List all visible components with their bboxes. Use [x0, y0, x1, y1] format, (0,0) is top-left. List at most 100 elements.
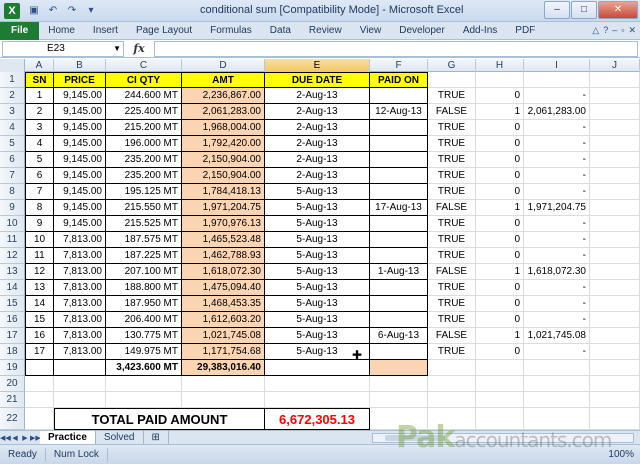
cell-sn[interactable]: 17 [25, 344, 54, 360]
cell[interactable] [54, 376, 106, 392]
cell[interactable] [428, 376, 476, 392]
cell-paid-on[interactable] [370, 296, 428, 312]
cell-ci-qty[interactable]: 206.400 MT [106, 312, 182, 328]
total-paid-value[interactable]: 6,672,305.13 [265, 408, 370, 430]
cell-due-date[interactable]: 2-Aug-13 [265, 88, 370, 104]
name-box[interactable]: E23 ▼ [2, 40, 124, 57]
cell-paid-amount[interactable]: - [524, 120, 590, 136]
header-sn[interactable]: SN [25, 72, 54, 88]
cell-ci-qty[interactable]: 188.800 MT [106, 280, 182, 296]
cell-amt[interactable]: 1,465,523.48 [182, 232, 265, 248]
cell-due-date[interactable]: 5-Aug-13 [265, 216, 370, 232]
cell-due-date[interactable]: 5-Aug-13 [265, 264, 370, 280]
cell-condition[interactable]: TRUE [428, 168, 476, 184]
cell-flag[interactable]: 0 [476, 216, 524, 232]
sheet-tab-solved[interactable]: Solved [96, 430, 144, 445]
row-header[interactable]: 5 [0, 136, 25, 152]
cell-paid-amount[interactable]: 1,021,745.08 [524, 328, 590, 344]
cell-sn[interactable]: 12 [25, 264, 54, 280]
cell-condition[interactable]: TRUE [428, 136, 476, 152]
cell-price[interactable]: 7,813.00 [54, 296, 106, 312]
cell-condition[interactable]: TRUE [428, 232, 476, 248]
cell[interactable] [182, 376, 265, 392]
cell-paid-on[interactable]: 6-Aug-13 [370, 328, 428, 344]
cell-flag[interactable]: 0 [476, 88, 524, 104]
cell-due-date[interactable]: 5-Aug-13 [265, 312, 370, 328]
cell-condition[interactable]: TRUE [428, 184, 476, 200]
cell-amt[interactable]: 1,784,418.13 [182, 184, 265, 200]
cell[interactable] [590, 344, 640, 360]
cell-price[interactable]: 7,813.00 [54, 344, 106, 360]
cell-flag[interactable]: 0 [476, 280, 524, 296]
save-icon[interactable]: ▣ [26, 3, 42, 19]
cell-flag[interactable]: 0 [476, 168, 524, 184]
cell-condition[interactable]: TRUE [428, 120, 476, 136]
cell[interactable] [25, 408, 54, 430]
row-header[interactable]: 21 [0, 392, 25, 408]
cell[interactable] [265, 376, 370, 392]
row-header[interactable]: 22 [0, 408, 25, 430]
cell-condition[interactable]: FALSE [428, 264, 476, 280]
cell-paid-amount[interactable]: - [524, 152, 590, 168]
cell-amt[interactable]: 1,968,004.00 [182, 120, 265, 136]
cell-sn[interactable]: 7 [25, 184, 54, 200]
cell-paid-on[interactable] [370, 152, 428, 168]
redo-icon[interactable]: ↷ [64, 3, 80, 19]
cell-paid-amount[interactable]: - [524, 344, 590, 360]
column-header-d[interactable]: D [182, 59, 265, 72]
cell[interactable] [590, 328, 640, 344]
cell[interactable] [106, 392, 182, 408]
close-button[interactable]: ✕ [598, 1, 638, 19]
cell-amt[interactable]: 2,061,283.00 [182, 104, 265, 120]
cell-condition[interactable]: TRUE [428, 248, 476, 264]
first-sheet-icon[interactable]: ◀◀ [0, 434, 11, 442]
sheet-tab-practice[interactable]: Practice [40, 430, 96, 445]
cell-sn[interactable]: 13 [25, 280, 54, 296]
cell-amt[interactable]: 2,150,904.00 [182, 168, 265, 184]
tab-add-ins[interactable]: Add-Ins [454, 22, 506, 40]
cell[interactable] [106, 376, 182, 392]
column-header-a[interactable]: A [25, 59, 54, 72]
prev-sheet-icon[interactable]: ◀ [10, 434, 20, 442]
cell-sn[interactable]: 8 [25, 200, 54, 216]
cell-ci-qty[interactable]: 235.200 MT [106, 168, 182, 184]
cell[interactable] [524, 376, 590, 392]
cell-due-date[interactable]: 2-Aug-13 [265, 104, 370, 120]
row-header[interactable]: 15 [0, 296, 25, 312]
cell-flag[interactable]: 0 [476, 120, 524, 136]
cell-price[interactable]: 7,813.00 [54, 312, 106, 328]
column-header-g[interactable]: G [428, 59, 476, 72]
cell-paid-on[interactable]: 12-Aug-13 [370, 104, 428, 120]
tab-pdf[interactable]: PDF [506, 22, 544, 40]
cell[interactable] [590, 296, 640, 312]
cell-paid-amount[interactable]: 1,971,204.75 [524, 200, 590, 216]
insert-sheet-icon[interactable]: ⊞ [144, 430, 169, 445]
cell-price[interactable]: 9,145.00 [54, 152, 106, 168]
cell-due-date[interactable]: 2-Aug-13 [265, 168, 370, 184]
cell-amt[interactable]: 1,171,754.68 [182, 344, 265, 360]
cell-flag[interactable]: 0 [476, 184, 524, 200]
cell[interactable] [590, 376, 640, 392]
cell-ci-qty[interactable]: 130.775 MT [106, 328, 182, 344]
undo-icon[interactable]: ↶ [45, 3, 61, 19]
formula-input[interactable] [154, 40, 638, 57]
cell[interactable] [590, 136, 640, 152]
cell-ci-qty[interactable]: 215.550 MT [106, 200, 182, 216]
worksheet-grid[interactable]: ABCDEFGHIJ 1 SN PRICE CI QTY AMT DUE DATE PAID… [0, 59, 640, 430]
total-paid-label[interactable]: TOTAL PAID AMOUNT [54, 408, 265, 430]
cell-amt-total[interactable]: 29,383,016.40 [182, 360, 265, 376]
cell[interactable] [370, 408, 428, 430]
tab-developer[interactable]: Developer [390, 22, 454, 40]
header-ci-qty[interactable]: CI QTY [106, 72, 182, 88]
row-header[interactable]: 19 [0, 360, 25, 376]
row-header[interactable]: 9 [0, 200, 25, 216]
row-header[interactable]: 4 [0, 120, 25, 136]
cell[interactable] [590, 360, 640, 376]
horizontal-scrollbar[interactable] [372, 433, 634, 443]
select-all-corner[interactable] [0, 59, 25, 72]
cell-condition[interactable]: TRUE [428, 312, 476, 328]
last-sheet-icon[interactable]: ▶▶ [30, 434, 41, 442]
next-sheet-icon[interactable]: ▶ [20, 434, 30, 442]
row-header[interactable]: 2 [0, 88, 25, 104]
workbook-close-icon[interactable]: ✕ [628, 25, 636, 36]
